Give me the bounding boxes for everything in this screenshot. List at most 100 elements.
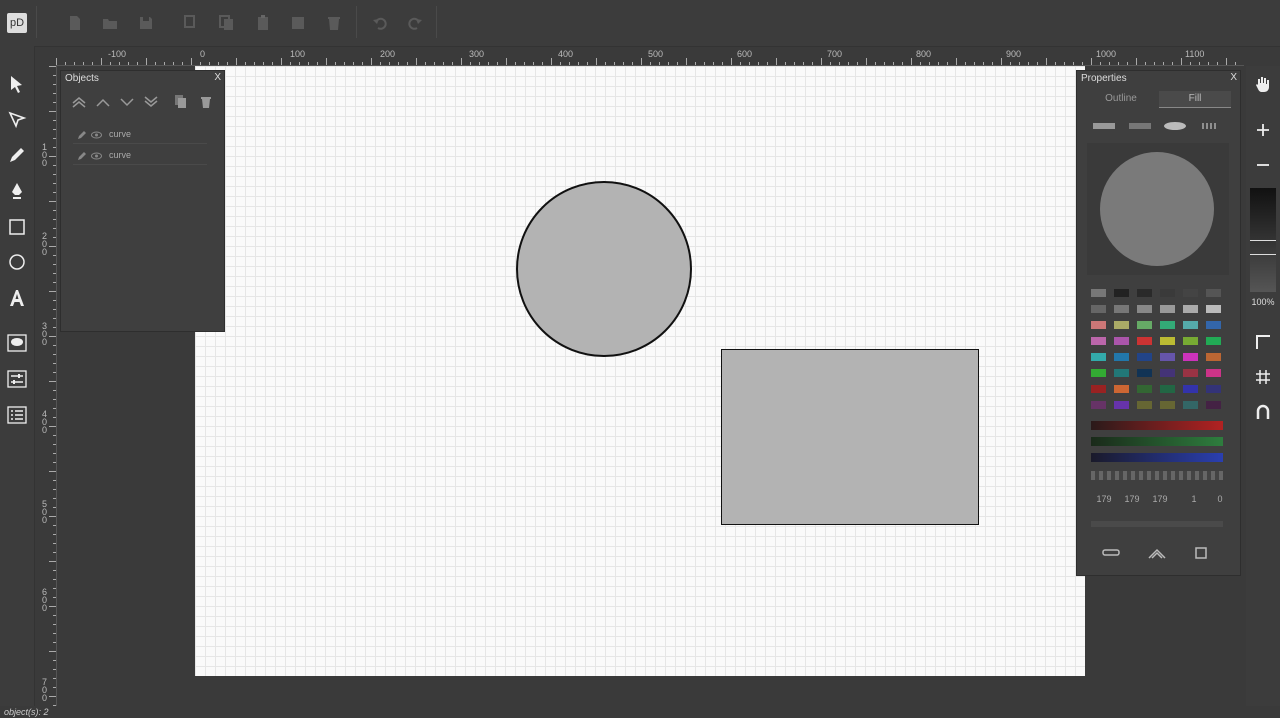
tab-outline[interactable]: Outline [1085, 91, 1157, 107]
objects-panel-close-button[interactable]: X [214, 72, 221, 83]
comments-icon[interactable] [6, 332, 28, 354]
color-swatch[interactable] [1160, 337, 1175, 345]
text-tool-icon[interactable] [6, 287, 28, 309]
color-swatch[interactable] [1091, 385, 1106, 393]
undo-icon[interactable] [371, 14, 389, 32]
rectangle-shape[interactable] [721, 349, 979, 525]
color-swatch[interactable] [1114, 369, 1129, 377]
stroke-style-icon[interactable] [1101, 546, 1121, 560]
save-icon[interactable] [137, 14, 155, 32]
color-swatch[interactable] [1114, 337, 1129, 345]
rectangle-tool-icon[interactable] [6, 216, 28, 238]
extra-value[interactable]: 0 [1207, 494, 1233, 504]
adjust-settings-icon[interactable] [6, 368, 28, 390]
color-swatch[interactable] [1160, 305, 1175, 313]
properties-panel-close-button[interactable]: X [1230, 72, 1237, 83]
color-swatch[interactable] [1206, 369, 1221, 377]
color-swatch[interactable] [1160, 369, 1175, 377]
paste-icon[interactable] [254, 14, 272, 32]
hand-pan-icon[interactable] [1252, 73, 1274, 95]
pen-tool-icon[interactable] [6, 180, 28, 202]
copy-icon[interactable] [182, 14, 200, 32]
color-swatch[interactable] [1137, 337, 1152, 345]
fill-type-selector[interactable] [1091, 119, 1223, 133]
color-swatch[interactable] [1114, 289, 1129, 297]
color-swatch[interactable] [1114, 353, 1129, 361]
zoom-in-icon[interactable] [1252, 119, 1274, 141]
color-swatch[interactable] [1091, 289, 1106, 297]
color-swatch[interactable] [1183, 337, 1198, 345]
color-swatch[interactable] [1206, 321, 1221, 329]
visibility-eye-icon[interactable] [91, 152, 102, 160]
alpha-value[interactable]: 1 [1181, 494, 1207, 504]
color-swatch[interactable] [1206, 353, 1221, 361]
opacity-slider[interactable] [1091, 521, 1223, 527]
color-swatch[interactable] [1206, 385, 1221, 393]
color-swatch[interactable] [1137, 305, 1152, 313]
move-up-icon[interactable] [95, 95, 111, 109]
color-swatch[interactable] [1206, 305, 1221, 313]
color-swatch[interactable] [1114, 321, 1129, 329]
color-swatch[interactable] [1183, 305, 1198, 313]
color-swatch[interactable] [1160, 385, 1175, 393]
color-swatch[interactable] [1114, 401, 1129, 409]
delete-icon[interactable] [325, 14, 343, 32]
color-swatch[interactable] [1183, 289, 1198, 297]
color-swatch[interactable] [1091, 321, 1106, 329]
color-swatch[interactable] [1137, 353, 1152, 361]
color-swatch[interactable] [1137, 369, 1152, 377]
list-icon[interactable] [6, 404, 28, 426]
move-down-icon[interactable] [119, 95, 135, 109]
new-file-icon[interactable] [66, 14, 84, 32]
clone-icon[interactable] [289, 14, 307, 32]
list-item[interactable]: curve [73, 148, 207, 165]
color-palette[interactable] [1077, 287, 1240, 427]
grid-toggle-icon[interactable] [1252, 366, 1274, 388]
color-swatch[interactable] [1183, 385, 1198, 393]
edit-icon[interactable] [77, 152, 86, 161]
list-item[interactable]: curve [73, 127, 207, 144]
color-swatch[interactable] [1160, 401, 1175, 409]
color-swatch[interactable] [1183, 369, 1198, 377]
color-swatch[interactable] [1137, 385, 1152, 393]
color-swatch[interactable] [1206, 289, 1221, 297]
redo-icon[interactable] [406, 14, 424, 32]
ruler-toggle-icon[interactable] [1252, 331, 1274, 353]
color-swatch[interactable] [1160, 321, 1175, 329]
red-slider[interactable] [1091, 421, 1223, 430]
color-swatch[interactable] [1091, 369, 1106, 377]
green-slider[interactable] [1091, 437, 1223, 446]
join-style-icon[interactable] [1147, 545, 1167, 561]
color-swatch[interactable] [1114, 305, 1129, 313]
tab-fill[interactable]: Fill [1159, 91, 1231, 108]
color-swatch[interactable] [1183, 401, 1198, 409]
pencil-tool-icon[interactable] [6, 144, 28, 166]
color-swatch[interactable] [1114, 385, 1129, 393]
select-tool-icon[interactable] [6, 73, 28, 95]
color-swatch[interactable] [1206, 337, 1221, 345]
color-swatch[interactable] [1137, 321, 1152, 329]
color-swatch[interactable] [1091, 337, 1106, 345]
ellipse-tool-icon[interactable] [6, 251, 28, 273]
color-swatch[interactable] [1160, 289, 1175, 297]
duplicate-object-icon[interactable] [174, 94, 188, 109]
color-swatch[interactable] [1137, 401, 1152, 409]
duplicate-icon[interactable] [218, 14, 236, 32]
color-swatch[interactable] [1091, 401, 1106, 409]
blue-slider[interactable] [1091, 453, 1223, 462]
move-to-top-icon[interactable] [71, 95, 87, 109]
zoom-out-icon[interactable] [1252, 154, 1274, 176]
open-folder-icon[interactable] [101, 14, 119, 32]
color-swatch[interactable] [1160, 353, 1175, 361]
color-swatch[interactable] [1183, 353, 1198, 361]
color-swatch[interactable] [1206, 401, 1221, 409]
cap-style-icon[interactable] [1193, 546, 1209, 560]
red-value[interactable]: 179 [1091, 494, 1117, 504]
zoom-slider[interactable] [1250, 188, 1276, 292]
alpha-slider[interactable] [1091, 471, 1223, 480]
edit-icon[interactable] [77, 131, 86, 140]
circle-shape[interactable] [516, 181, 692, 357]
color-swatch[interactable] [1183, 321, 1198, 329]
node-select-tool-icon[interactable] [6, 109, 28, 131]
visibility-eye-icon[interactable] [91, 131, 102, 139]
